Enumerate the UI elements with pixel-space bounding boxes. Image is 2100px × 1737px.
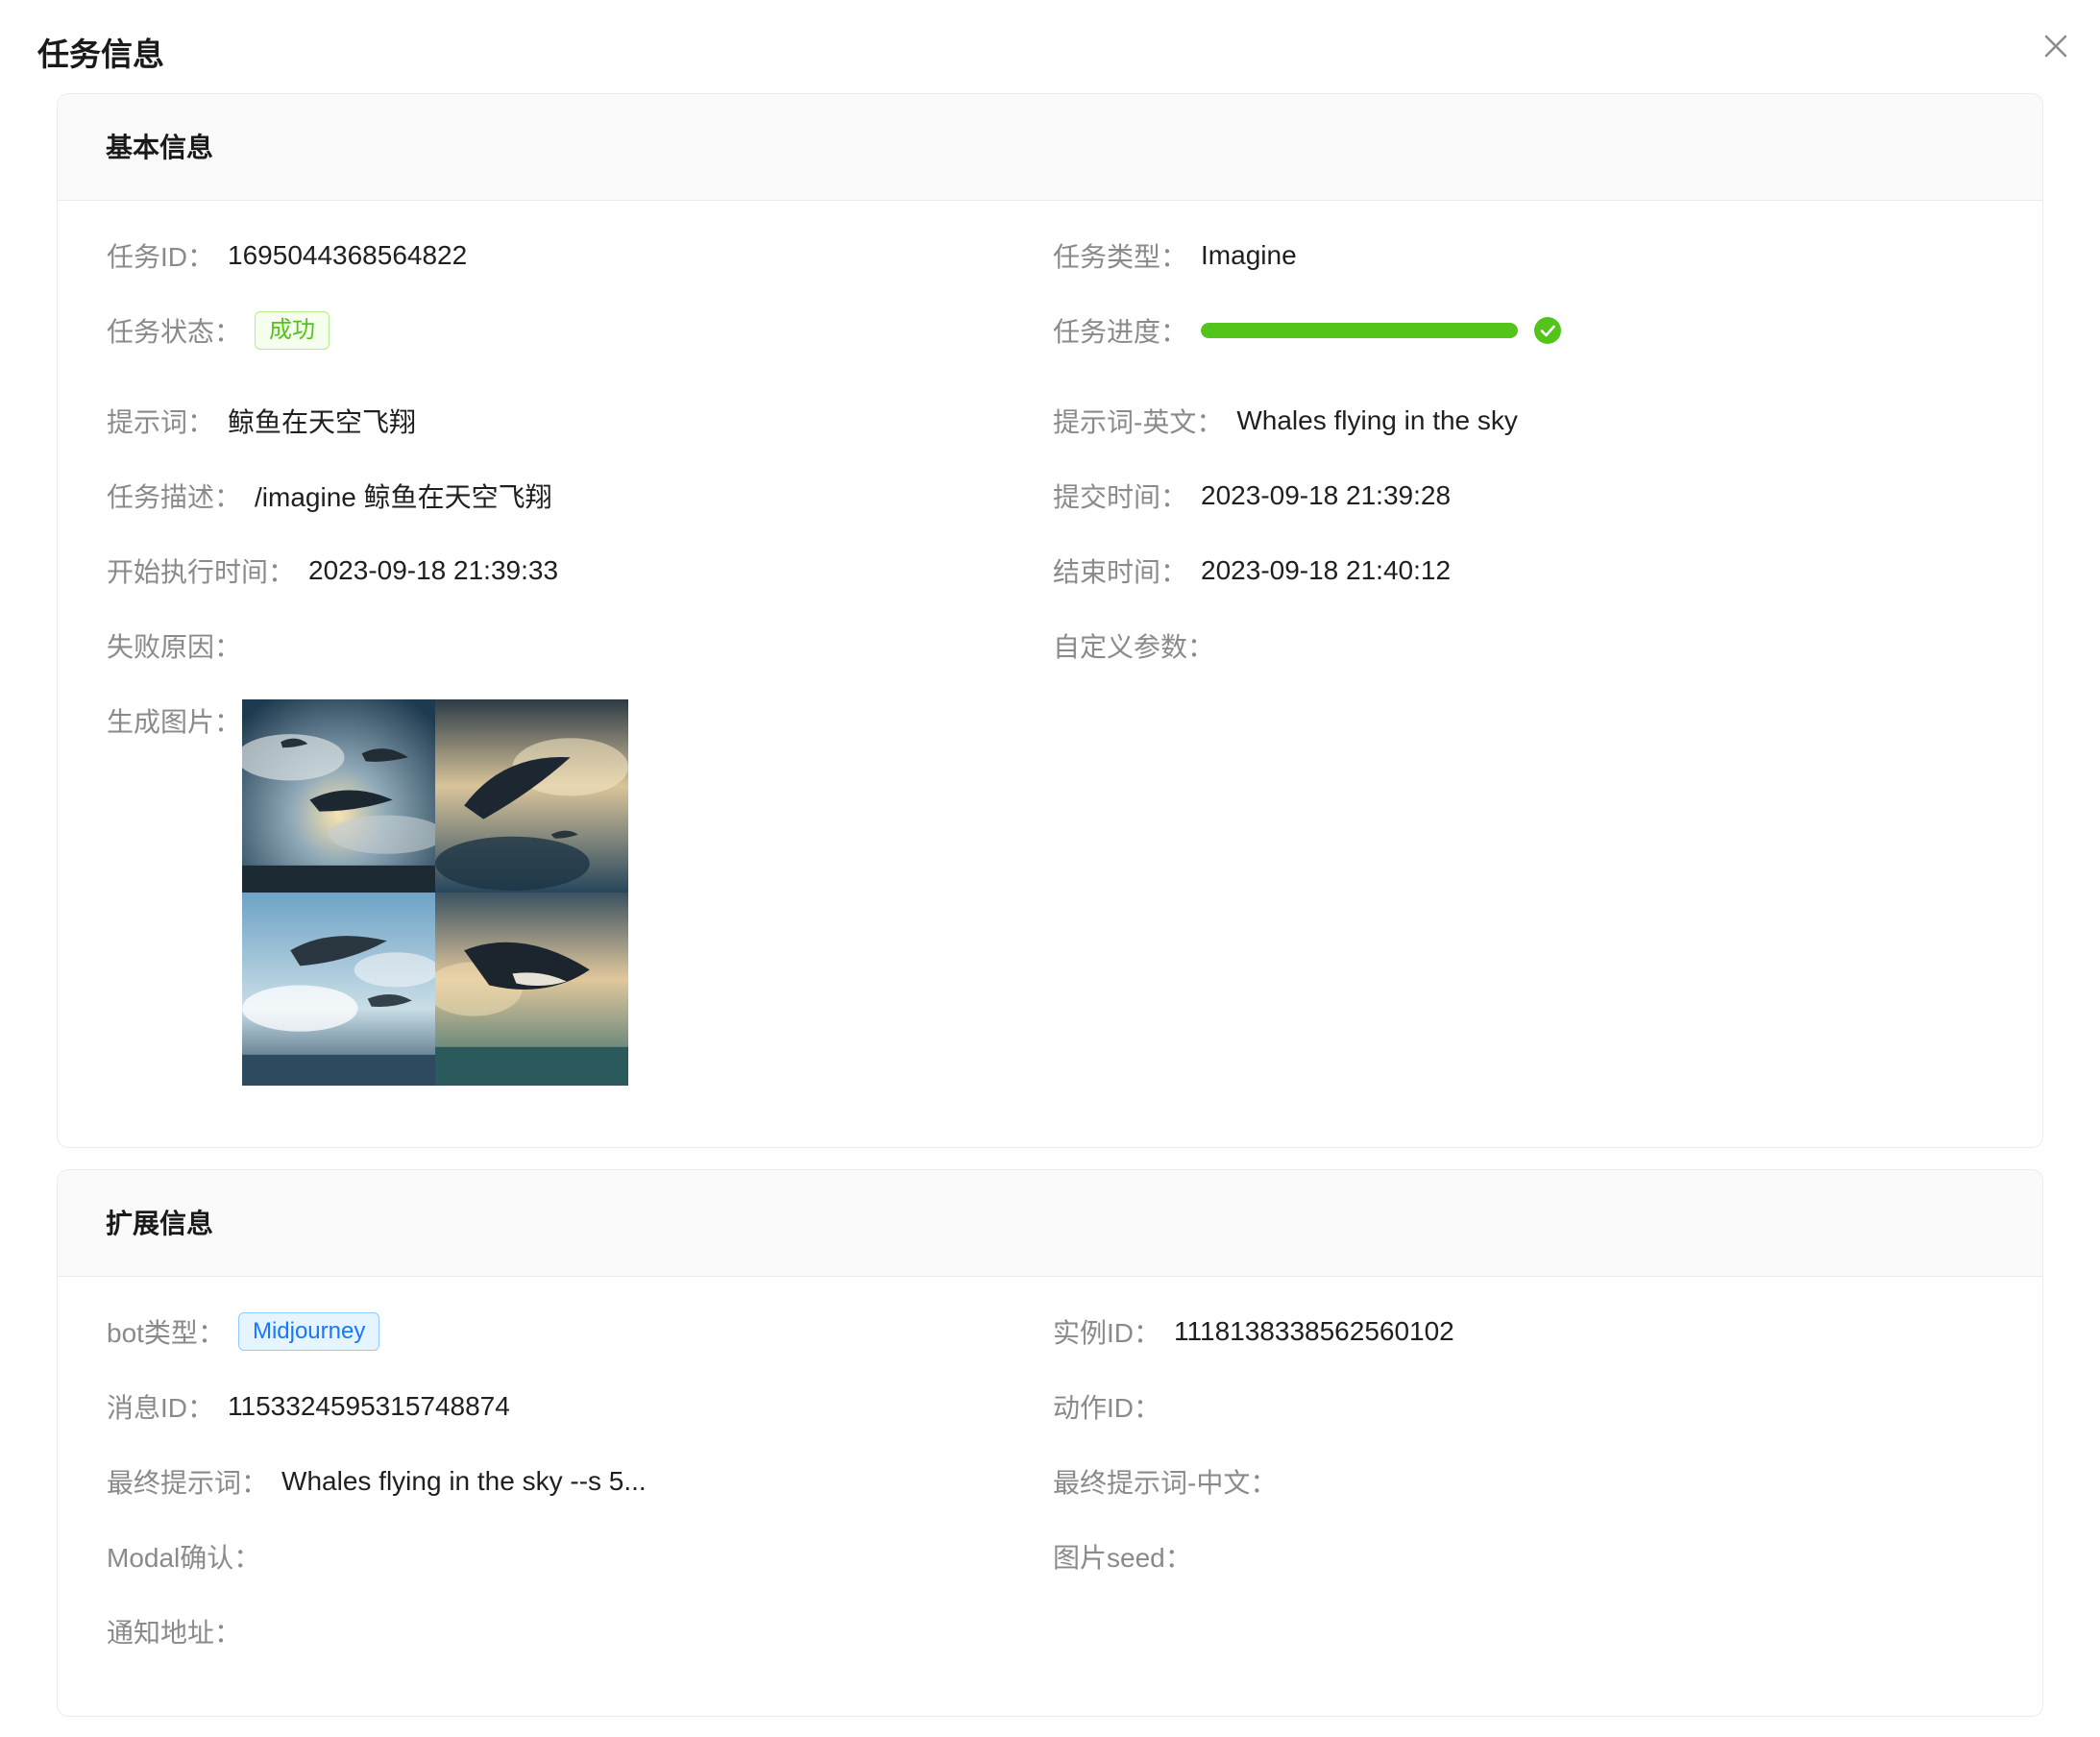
basic-info-title: 基本信息 — [106, 133, 214, 162]
extended-info-header: 扩展信息 — [58, 1170, 2042, 1277]
modal-title: 任务信息 — [37, 37, 164, 72]
message-id-value: 1153324595315748874 — [228, 1391, 510, 1421]
instance-id-value: 1118138338562560102 — [1174, 1316, 1454, 1346]
start-time-value: 2023-09-18 21:39:33 — [308, 555, 559, 585]
task-id-field: 任务ID： 1695044368564822 — [107, 234, 467, 277]
status-badge: 成功 — [255, 311, 330, 350]
message-id-field: 消息ID： 1153324595315748874 — [107, 1385, 510, 1428]
image-field: 生成图片： — [107, 699, 255, 742]
submit-time-value: 2023-09-18 21:39:28 — [1201, 480, 1452, 510]
prompt-en-value: Whales flying in the sky — [1236, 405, 1518, 435]
image-seed-field: 图片seed： — [1053, 1535, 1206, 1578]
description-value: /imagine 鲸鱼在天空飞翔 — [255, 482, 552, 512]
instance-id-field: 实例ID： 1118138338562560102 — [1053, 1310, 1454, 1353]
final-prompt-field: 最终提示词： Whales flying in the sky --s 5... — [107, 1460, 647, 1503]
final-prompt-zh-label: 最终提示词-中文 — [1053, 1468, 1251, 1498]
task-type-value: Imagine — [1201, 240, 1297, 270]
submit-time-label: 提交时间 — [1053, 482, 1161, 512]
task-progress-field: 任务进度： — [1053, 309, 1562, 352]
submit-time-field: 提交时间： 2023-09-18 21:39:28 — [1053, 475, 1451, 517]
action-id-field: 动作ID： — [1053, 1385, 1174, 1428]
finish-time-label: 结束时间 — [1053, 557, 1161, 587]
basic-info-card: 基本信息 任务ID： 1695044368564822 任务类型： Imagin… — [57, 93, 2043, 1148]
bot-type-label: bot类型 — [107, 1318, 198, 1348]
check-circle-icon — [1534, 317, 1562, 344]
fail-reason-label: 失败原因 — [107, 632, 215, 662]
fail-reason-field: 失败原因： — [107, 624, 255, 667]
task-type-label: 任务类型 — [1053, 242, 1161, 272]
task-status-label: 任务状态 — [107, 317, 215, 347]
start-time-label: 开始执行时间 — [107, 557, 269, 587]
basic-info-header: 基本信息 — [58, 94, 2042, 201]
bot-type-badge: Midjourney — [237, 1312, 380, 1351]
final-prompt-value: Whales flying in the sky --s 5... — [281, 1466, 647, 1496]
image-tile-3 — [242, 893, 435, 1086]
custom-params-field: 自定义参数： — [1053, 624, 1228, 667]
instance-id-label: 实例ID — [1053, 1318, 1135, 1348]
message-id-label: 消息ID — [107, 1393, 188, 1423]
modal-confirm-label: Modal确认 — [107, 1543, 234, 1573]
modal-confirm-field: Modal确认： — [107, 1535, 274, 1578]
notify-url-label: 通知地址 — [107, 1618, 215, 1648]
image-tile-1 — [242, 699, 435, 893]
task-status-field: 任务状态： 成功 — [107, 309, 330, 352]
progress-bar — [1201, 316, 1562, 345]
finish-time-value: 2023-09-18 21:40:12 — [1201, 555, 1452, 585]
finish-time-field: 结束时间： 2023-09-18 21:40:12 — [1053, 550, 1451, 592]
prompt-en-label: 提示词-英文 — [1053, 407, 1197, 437]
image-tile-2 — [435, 699, 628, 893]
start-time-field: 开始执行时间： 2023-09-18 21:39:33 — [107, 550, 558, 592]
extended-info-card: 扩展信息 bot类型： Midjourney 实例ID： 11181383385… — [57, 1169, 2043, 1717]
progress-track — [1201, 323, 1519, 338]
description-field: 任务描述： /imagine 鲸鱼在天空飞翔 — [107, 475, 552, 517]
prompt-field: 提示词： 鲸鱼在天空飞翔 — [107, 400, 416, 442]
notify-url-field: 通知地址： — [107, 1610, 255, 1652]
image-tile-4 — [435, 893, 628, 1086]
task-id-label: 任务ID — [107, 242, 188, 272]
prompt-en-field: 提示词-英文： Whales flying in the sky — [1053, 400, 1518, 442]
task-id-value: 1695044368564822 — [228, 240, 468, 270]
final-prompt-label: 最终提示词 — [107, 1468, 242, 1498]
prompt-label: 提示词 — [107, 407, 188, 437]
description-label: 任务描述 — [107, 482, 215, 512]
image-seed-label: 图片seed — [1053, 1543, 1165, 1573]
extended-info-title: 扩展信息 — [106, 1209, 214, 1238]
close-icon[interactable] — [2035, 25, 2077, 67]
task-type-field: 任务类型： Imagine — [1053, 234, 1297, 277]
image-label: 生成图片 — [107, 707, 215, 737]
action-id-label: 动作ID — [1053, 1393, 1135, 1423]
prompt-value: 鲸鱼在天空飞翔 — [228, 407, 417, 437]
custom-params-label: 自定义参数 — [1053, 632, 1188, 662]
progress-fill — [1201, 323, 1519, 338]
generated-image[interactable] — [242, 699, 628, 1086]
task-progress-label: 任务进度 — [1053, 317, 1161, 347]
bot-type-field: bot类型： Midjourney — [107, 1310, 380, 1353]
final-prompt-zh-field: 最终提示词-中文： — [1053, 1460, 1290, 1503]
